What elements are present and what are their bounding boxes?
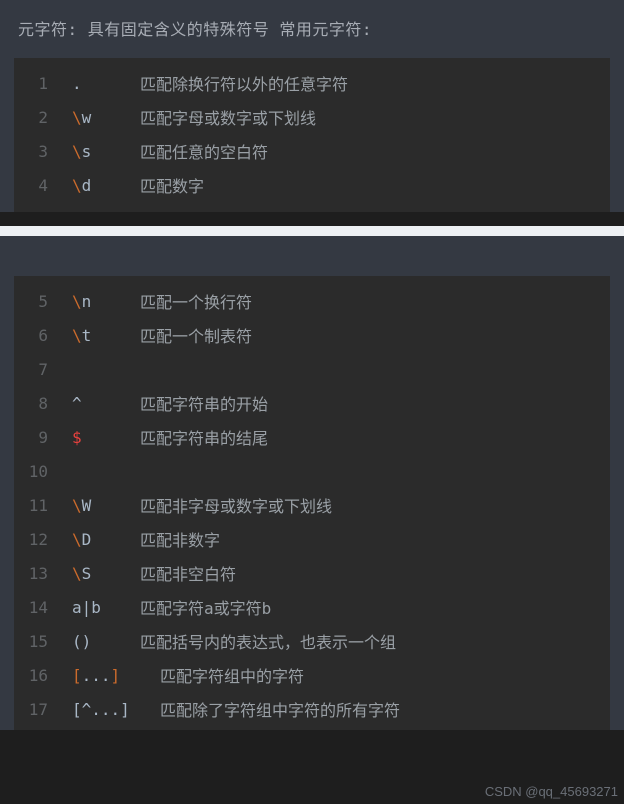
- meta-symbol: (): [58, 632, 140, 651]
- meta-description: 匹配除换行符以外的任意字符: [140, 71, 348, 95]
- meta-description: 匹配一个换行符: [140, 289, 252, 313]
- code-line: 7: [14, 352, 610, 386]
- code-line: 6\t匹配一个制表符: [14, 318, 610, 352]
- line-number: 6: [14, 326, 58, 345]
- code-line: 12\D匹配非数字: [14, 522, 610, 556]
- meta-description: 匹配括号内的表达式，也表示一个组: [140, 629, 396, 653]
- meta-symbol: \W: [58, 496, 140, 515]
- meta-symbol: [...]: [58, 666, 140, 685]
- code-block-2: 5\n匹配一个换行符6\t匹配一个制表符78^匹配字符串的开始9$匹配字符串的结…: [14, 276, 610, 730]
- code-line: 14a|b匹配字符a或字符b: [14, 590, 610, 624]
- line-number: 8: [14, 394, 58, 413]
- meta-symbol: \w: [58, 108, 140, 127]
- line-number: 2: [14, 108, 58, 127]
- code-line: 17[^...]匹配除了字符组中字符的所有字符: [14, 692, 610, 726]
- meta-description: 匹配非空白符: [140, 561, 236, 585]
- line-number: 15: [14, 632, 58, 651]
- line-number: 11: [14, 496, 58, 515]
- code-line: 1.匹配除换行符以外的任意字符: [14, 66, 610, 100]
- gap-band: [0, 236, 624, 276]
- code-line: 15()匹配括号内的表达式，也表示一个组: [14, 624, 610, 658]
- meta-symbol: \s: [58, 142, 140, 161]
- code-line: 2\w匹配字母或数字或下划线: [14, 100, 610, 134]
- watermark: CSDN @qq_45693271: [485, 784, 618, 799]
- meta-description: 匹配数字: [140, 173, 204, 197]
- line-number: 13: [14, 564, 58, 583]
- code-line: 5\n匹配一个换行符: [14, 284, 610, 318]
- line-number: 12: [14, 530, 58, 549]
- meta-symbol: a|b: [58, 598, 140, 617]
- meta-description: 匹配字符a或字符b: [140, 595, 271, 619]
- line-number: 7: [14, 360, 58, 379]
- meta-symbol: ^: [58, 394, 140, 413]
- code-line: 8^匹配字符串的开始: [14, 386, 610, 420]
- code-line: 11\W匹配非字母或数字或下划线: [14, 488, 610, 522]
- meta-description: 匹配非数字: [140, 527, 220, 551]
- line-number: 14: [14, 598, 58, 617]
- separator-band: [0, 226, 624, 236]
- code-line: 9$匹配字符串的结尾: [14, 420, 610, 454]
- line-number: 4: [14, 176, 58, 195]
- meta-symbol: \t: [58, 326, 140, 345]
- meta-symbol: \d: [58, 176, 140, 195]
- meta-symbol: \D: [58, 530, 140, 549]
- line-number: 1: [14, 74, 58, 93]
- meta-description: 匹配字符串的结尾: [140, 425, 268, 449]
- meta-symbol: .: [58, 74, 140, 93]
- code-block-1: 1.匹配除换行符以外的任意字符2\w匹配字母或数字或下划线3\s匹配任意的空白符…: [14, 58, 610, 212]
- meta-description: 匹配任意的空白符: [140, 139, 268, 163]
- line-number: 17: [14, 700, 58, 719]
- meta-symbol: [^...]: [58, 700, 140, 719]
- code-line: 10: [14, 454, 610, 488]
- section-heading: 元字符: 具有固定含义的特殊符号 常用元字符:: [0, 0, 624, 58]
- code-line: 16[...]匹配字符组中的字符: [14, 658, 610, 692]
- line-number: 10: [14, 462, 58, 481]
- line-number: 16: [14, 666, 58, 685]
- code-line: 13\S匹配非空白符: [14, 556, 610, 590]
- meta-symbol: $: [58, 428, 140, 447]
- meta-description: 匹配字符组中的字符: [140, 663, 304, 687]
- meta-symbol: \n: [58, 292, 140, 311]
- code-line: 4\d匹配数字: [14, 168, 610, 202]
- meta-description: 匹配字母或数字或下划线: [140, 105, 316, 129]
- line-number: 3: [14, 142, 58, 161]
- code-line: 3\s匹配任意的空白符: [14, 134, 610, 168]
- meta-description: 匹配非字母或数字或下划线: [140, 493, 332, 517]
- line-number: 5: [14, 292, 58, 311]
- meta-description: 匹配除了字符组中字符的所有字符: [140, 697, 400, 721]
- meta-description: 匹配字符串的开始: [140, 391, 268, 415]
- meta-description: 匹配一个制表符: [140, 323, 252, 347]
- line-number: 9: [14, 428, 58, 447]
- meta-symbol: \S: [58, 564, 140, 583]
